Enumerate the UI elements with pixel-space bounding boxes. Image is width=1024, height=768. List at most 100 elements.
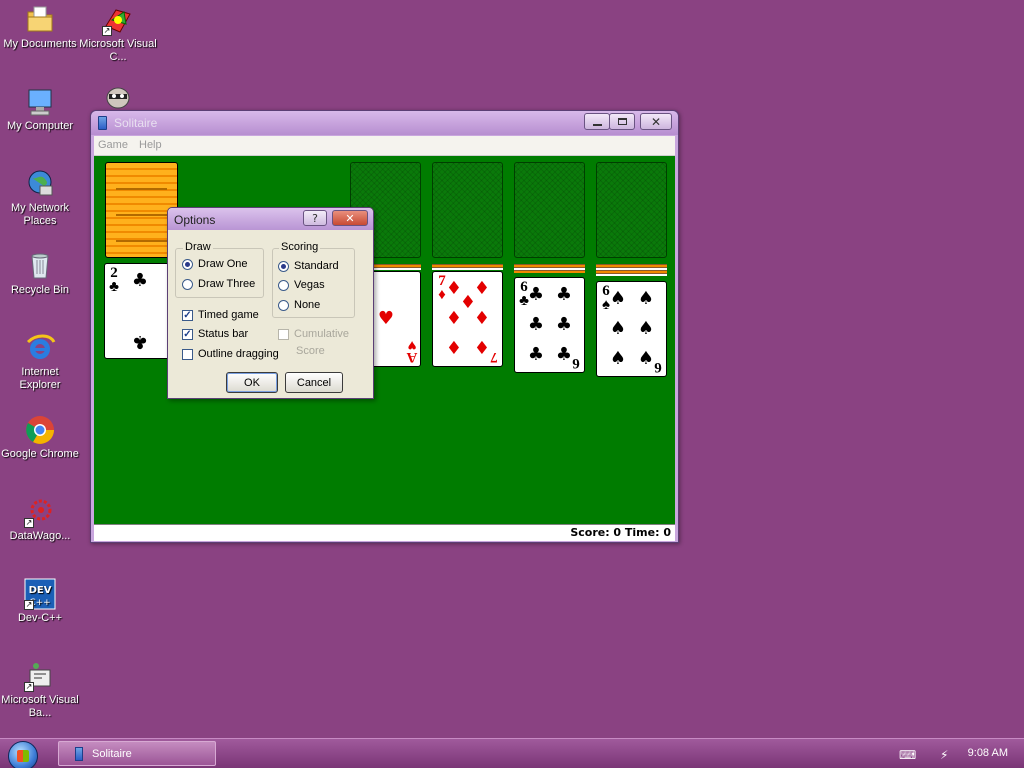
network-icon (24, 168, 56, 200)
keyboard-icon[interactable]: ⌨ (899, 748, 916, 762)
desktop-icon-visual-cpp[interactable]: ↗ Microsoft Visual C... (78, 4, 158, 64)
radio-unselected[interactable] (278, 299, 289, 311)
card-pip: ♣ (527, 284, 545, 305)
card-pip: ♠ (637, 288, 655, 309)
tableau-hidden-cards (514, 264, 585, 273)
computer-icon (24, 86, 56, 118)
card-rank: 7 (490, 349, 498, 365)
status-bar-label: Status bar (198, 328, 249, 340)
help-button[interactable]: ? (303, 210, 327, 226)
draw-group (175, 248, 264, 298)
status-bar-checkbox[interactable]: ✓ Status bar (182, 328, 248, 340)
cancel-button[interactable]: Cancel (285, 372, 343, 393)
desktop-icon-chrome[interactable]: Google Chrome (0, 414, 80, 461)
desktop-icon-network[interactable]: My Network Places (0, 168, 80, 228)
desktop-icon-devcpp[interactable]: DEV C++ ↗ Dev-C++ (0, 578, 80, 625)
draw-one-label: Draw One (198, 258, 248, 270)
minimize-icon (592, 123, 602, 126)
taskbar-item-solitaire[interactable]: Solitaire (58, 741, 216, 766)
scoring-none-radio[interactable]: None (278, 299, 320, 311)
cumulative-label: Cumulative (294, 328, 350, 340)
dialog-titlebar[interactable]: Options ? ✕ (168, 208, 373, 230)
close-icon: ✕ (650, 114, 662, 129)
folder-icon (24, 4, 56, 36)
desktop-icon-label: My Documents (3, 38, 77, 50)
dialog-close-button[interactable]: ✕ (332, 210, 368, 226)
radio-unselected[interactable] (278, 279, 289, 291)
card-pip: ♠ (609, 348, 627, 369)
checkbox-checked[interactable]: ✓ (182, 328, 193, 340)
desktop-icon-label: Dev-C++ (17, 612, 63, 624)
network-tray-icon[interactable]: ⚡ (940, 748, 948, 762)
card-pip: ♣ (131, 331, 149, 352)
menu-help[interactable]: Help (139, 139, 162, 151)
desktop-icon-recycle-bin[interactable]: Recycle Bin (0, 250, 80, 297)
window-titlebar[interactable]: Solitaire ✕ (91, 111, 678, 135)
timed-game-label: Timed game (198, 309, 259, 321)
desktop-icon-internet-explorer[interactable]: Internet Explorer (0, 332, 80, 392)
card-pip: ♣ (527, 314, 545, 335)
desktop-icon-visual-basic[interactable]: ↗ Microsoft Visual Ba... (0, 660, 80, 720)
menu-game[interactable]: Game (98, 139, 128, 151)
maximize-button[interactable] (609, 113, 635, 130)
options-dialog: Options ? ✕ Draw Draw One Draw Three Sco… (167, 207, 374, 399)
tableau-hidden-cards (432, 264, 503, 270)
card-pip: ♣ (555, 314, 573, 335)
scoring-standard-radio[interactable]: Standard (278, 260, 339, 272)
solitaire-app-icon (75, 747, 83, 761)
visual-cpp-icon: ↗ (102, 4, 134, 36)
menubar: Game Help (94, 136, 675, 156)
cumulative-score-checkbox: Cumulative (278, 328, 349, 340)
start-button[interactable] (8, 741, 38, 768)
foundation-3[interactable] (514, 162, 585, 258)
draw-three-radio[interactable]: Draw Three (182, 278, 255, 290)
desktop-icon-my-computer[interactable]: My Computer (0, 86, 80, 133)
card-pip: ♣ (555, 284, 573, 305)
status-bar: Score: 0 Time: 0 (94, 524, 675, 541)
clock[interactable]: 9:08 AM (968, 747, 1008, 759)
desktop-icon-my-documents[interactable]: My Documents (0, 4, 80, 51)
ok-button[interactable]: OK (226, 372, 278, 393)
draw-three-label: Draw Three (198, 278, 256, 290)
svg-text:DEV: DEV (29, 585, 52, 596)
window-title: Solitaire (114, 116, 158, 130)
desktop-icon-datawagon[interactable]: ↗ DataWago... (0, 496, 80, 543)
radio-selected[interactable] (278, 260, 289, 272)
desktop-icon-label: Internet Explorer (19, 366, 61, 391)
card-pip: ♥ (377, 308, 395, 329)
outline-dragging-checkbox[interactable]: Outline dragging (182, 348, 279, 360)
foundation-2[interactable] (432, 162, 503, 258)
help-icon: ? (312, 211, 318, 225)
raccoon-icon[interactable] (102, 84, 134, 110)
draw-group-label: Draw (183, 241, 213, 253)
timed-game-checkbox[interactable]: ✓ Timed game (182, 309, 259, 321)
minimize-button[interactable] (584, 113, 610, 130)
tableau-card-six-clubs[interactable]: 6 ♣ ♣ ♣ ♣ ♣ ♣ ♣ 6 (514, 277, 585, 373)
draw-one-radio[interactable]: Draw One (182, 258, 248, 270)
checkbox-checked[interactable]: ✓ (182, 309, 193, 321)
scoring-group-label: Scoring (279, 241, 321, 253)
tableau-card-six-spades[interactable]: 6 ♠ ♠ ♠ ♠ ♠ ♠ ♠ 6 (596, 281, 667, 377)
visual-basic-icon: ↗ (24, 660, 56, 692)
dialog-title: Options (174, 213, 216, 227)
card-pip: ♦ (445, 338, 463, 359)
taskbar-item-label: Solitaire (92, 748, 132, 760)
card-pip: ♠ (609, 288, 627, 309)
cumulative-score-label: Score (296, 345, 325, 357)
card-suit: ♥ (407, 337, 417, 353)
devcpp-icon: DEV C++ ↗ (24, 578, 56, 610)
desktop-icon-label: DataWago... (9, 530, 71, 542)
score-time-readout: Score: 0 Time: 0 (570, 526, 671, 539)
foundation-4[interactable] (596, 162, 667, 258)
tableau-card-seven-diamonds[interactable]: 7 ♦ ♦ ♦ ♦ ♦ ♦ ♦ ♦ 7 (432, 271, 503, 367)
scoring-vegas-radio[interactable]: Vegas (278, 279, 325, 291)
close-button[interactable]: ✕ (640, 113, 672, 130)
none-label: None (294, 299, 321, 311)
card-pip: ♦ (473, 308, 491, 329)
card-pip: ♣ (131, 270, 149, 291)
chrome-icon (24, 414, 56, 446)
checkbox-unchecked[interactable] (182, 348, 193, 360)
radio-unselected[interactable] (182, 278, 193, 290)
waste-card[interactable]: 2 ♣ ♣ ♣ (104, 263, 175, 359)
radio-selected[interactable] (182, 258, 193, 270)
